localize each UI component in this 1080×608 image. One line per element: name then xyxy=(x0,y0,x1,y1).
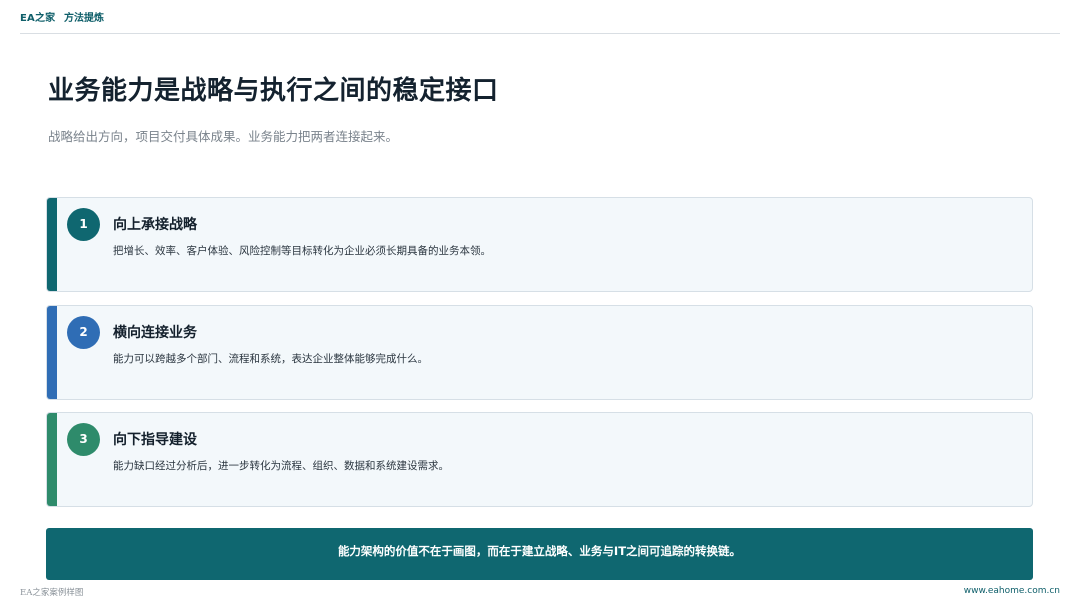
section-label: 方法提炼 xyxy=(64,13,104,24)
top-bar: EA之家 方法提炼 xyxy=(20,0,1060,34)
page-title: 业务能力是战略与执行之间的稳定接口 xyxy=(48,76,499,106)
step-number-badge: 2 xyxy=(67,316,100,349)
brand-label: EA之家 xyxy=(20,13,56,24)
card-title: 向下指导建设 xyxy=(113,432,197,448)
card-downward-guidance: 3 向下指导建设 能力缺口经过分析后，进一步转化为流程、组织、数据和系统建设需求… xyxy=(46,412,1033,507)
step-number-badge: 1 xyxy=(67,208,100,241)
card-title: 向上承接战略 xyxy=(113,217,197,233)
page-subtitle: 战略给出方向，项目交付具体成果。业务能力把两者连接起来。 xyxy=(48,129,399,144)
footer-website-link[interactable]: www.eahome.com.cn xyxy=(964,586,1060,596)
card-title: 横向连接业务 xyxy=(113,325,197,341)
card-description: 能力可以跨越多个部门、流程和系统，表达企业整体能够完成什么。 xyxy=(113,353,428,365)
card-upward-strategy: 1 向上承接战略 把增长、效率、客户体验、风险控制等目标转化为企业必须长期具备的… xyxy=(46,197,1033,292)
step-number-badge: 3 xyxy=(67,423,100,456)
card-accent-bar xyxy=(47,198,57,291)
card-description: 把增长、效率、客户体验、风险控制等目标转化为企业必须长期具备的业务本领。 xyxy=(113,245,491,257)
card-accent-bar xyxy=(47,413,57,506)
footer-caption: EA之家案例样图 xyxy=(20,588,84,598)
card-accent-bar xyxy=(47,306,57,399)
conclusion-banner: 能力架构的价值不在于画图，而在于建立战略、业务与IT之间可追踪的转换链。 xyxy=(46,528,1033,580)
card-description: 能力缺口经过分析后，进一步转化为流程、组织、数据和系统建设需求。 xyxy=(113,460,449,472)
card-horizontal-business: 2 横向连接业务 能力可以跨越多个部门、流程和系统，表达企业整体能够完成什么。 xyxy=(46,305,1033,400)
